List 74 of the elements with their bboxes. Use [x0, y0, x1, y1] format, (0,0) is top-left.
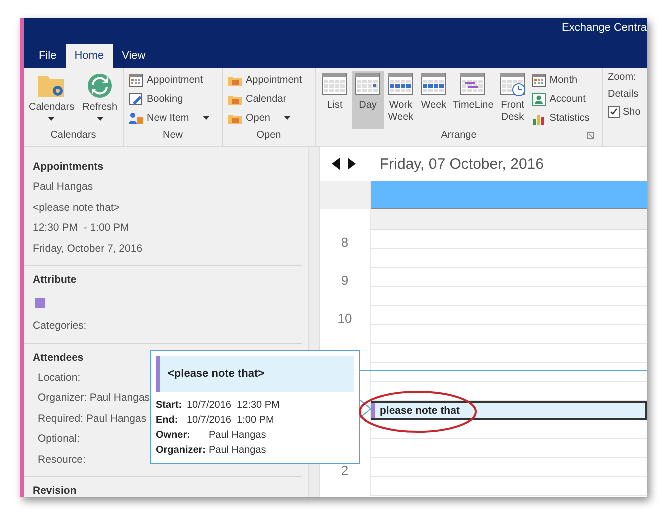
folder-gear-icon — [36, 73, 67, 99]
ribbon-button[interactable]: Open — [226, 109, 304, 127]
group-label: Calendars — [50, 129, 96, 143]
hour-label: 9 — [341, 272, 349, 288]
ribbon-button[interactable]: Month — [530, 71, 592, 89]
tooltip-label: Owner: — [156, 429, 192, 443]
view-button[interactable]: Front Desk — [496, 71, 529, 129]
view-button[interactable]: Week — [418, 71, 450, 129]
ribbon-tab[interactable]: File — [30, 44, 66, 68]
section-heading: Revision — [33, 484, 77, 497]
detail-text: <please note that> — [33, 200, 120, 216]
detail-text: Organizer: Paul Hangas — [38, 391, 150, 406]
option-label: Zoom: — [608, 72, 638, 83]
tooltip-value: 10/7/2016 12:30 PM — [187, 399, 281, 413]
refresh-icon — [87, 73, 114, 99]
hour-label: 8 — [341, 234, 349, 250]
calendar-view-icon — [388, 73, 414, 97]
show-checkbox[interactable]: Sho — [608, 106, 641, 118]
calendar-icon — [532, 74, 546, 86]
ribbon-button[interactable]: Calendars — [27, 71, 77, 129]
next-day-icon[interactable] — [348, 158, 356, 170]
ribbon-button[interactable]: Statistics — [530, 109, 592, 127]
people-icon — [129, 112, 143, 124]
detail-text: Categories: — [33, 319, 87, 334]
calendar-icon — [129, 74, 143, 86]
tooltip-label: Start: — [156, 399, 184, 413]
dialog-launcher-icon[interactable] — [587, 132, 594, 139]
section-heading: Attribute — [33, 273, 77, 288]
tooltip-value: Paul Hangas — [209, 444, 268, 458]
group-label: Arrange — [441, 129, 477, 143]
tooltip-title: <please note that> — [168, 368, 265, 380]
checkmark-icon — [610, 108, 618, 116]
section-heading: Attendees — [33, 350, 84, 366]
person-card-icon — [532, 92, 546, 106]
ribbon-button[interactable]: Account — [530, 90, 592, 108]
tooltip-label: End: — [156, 414, 180, 428]
view-button[interactable]: Day — [352, 71, 384, 129]
view-button[interactable]: Work Week — [385, 71, 417, 129]
detail-text: Location: — [38, 370, 81, 386]
ribbon-button[interactable]: Refresh — [80, 71, 120, 129]
calendar-view-icon — [460, 73, 486, 97]
window-title: Exchange Centra — [562, 22, 647, 34]
detail-text: Optional: — [38, 432, 80, 447]
hour-label: 2 — [341, 462, 349, 478]
group-label: Open — [256, 129, 282, 143]
ribbon-tab[interactable]: View — [113, 44, 155, 68]
calendar-date: Friday, 07 October, 2016 — [380, 156, 544, 172]
hour-label: 10 — [338, 310, 352, 326]
calendar-view-icon — [355, 73, 381, 97]
booking-icon — [129, 92, 143, 106]
detail-text: Required: Paul Hangas — [38, 412, 147, 426]
group-label: New — [162, 129, 183, 143]
view-button[interactable]: List — [319, 71, 351, 129]
detail-text: Paul Hangas — [33, 180, 94, 195]
previous-day-icon[interactable] — [332, 158, 340, 170]
ribbon-tab[interactable]: Home — [66, 44, 114, 68]
detail-text: 12:30 PM - 1:00 PM — [33, 221, 130, 236]
calendar-view-icon — [500, 73, 526, 97]
ribbon-button[interactable]: Calendar — [226, 90, 304, 108]
view-button[interactable]: TimeLine — [451, 71, 496, 129]
ribbon-button[interactable]: Appointment — [127, 71, 212, 89]
calendar-view-icon — [421, 73, 447, 97]
appointment-block[interactable]: please note that — [371, 401, 647, 420]
calendar-view-icon — [322, 73, 348, 97]
tooltip-value: 10/7/2016 1:00 PM — [187, 414, 276, 428]
detail-text: Friday, October 7, 2016 — [33, 242, 143, 256]
ribbon-button[interactable]: Appointment — [226, 71, 304, 89]
ribbon-button[interactable]: Booking — [127, 90, 212, 108]
section-heading: Appointments — [33, 160, 104, 175]
option-label: Details — [608, 89, 640, 100]
ribbon-button[interactable]: New Item — [127, 109, 212, 127]
tooltip-value: Paul Hangas — [209, 429, 268, 443]
detail-text: Resource: — [38, 452, 86, 468]
tooltip-label: Organizer: — [156, 444, 208, 458]
